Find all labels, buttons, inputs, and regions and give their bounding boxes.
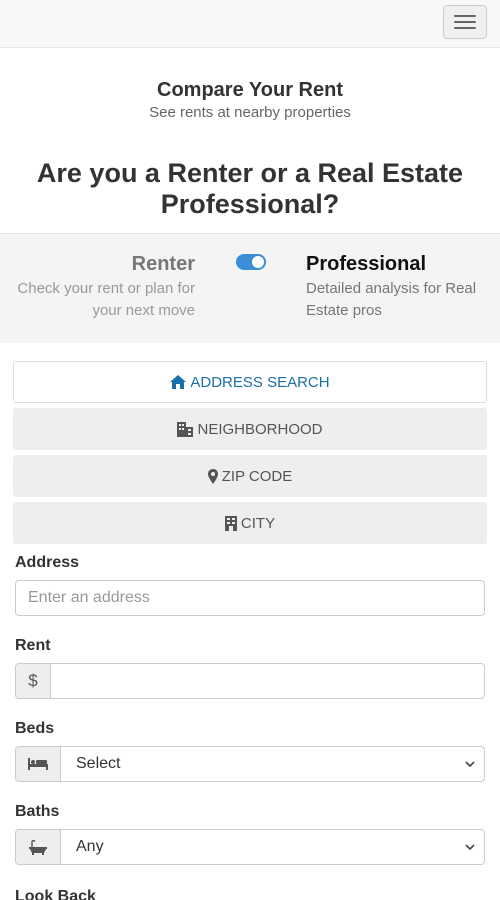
bathtub-icon	[16, 830, 61, 864]
baths-label: Baths	[15, 803, 60, 820]
rent-label: Rent	[15, 637, 51, 654]
tab-zip-code[interactable]: ZIP CODE	[13, 455, 487, 497]
rent-input-group: $	[15, 663, 485, 699]
buildings-icon	[177, 421, 194, 437]
professional-option[interactable]: Professional Detailed analysis for Real …	[306, 252, 486, 322]
building-icon	[224, 515, 237, 531]
baths-select-group: Any	[15, 829, 485, 865]
bed-icon	[16, 747, 61, 781]
tab-label: ZIP CODE	[221, 467, 293, 485]
tab-label: ADDRESS SEARCH	[190, 373, 330, 391]
tab-address-search[interactable]: ADDRESS SEARCH	[13, 361, 487, 403]
search-type-tabs: ADDRESS SEARCH NEIGHBORHOOD ZIP CODE CIT…	[0, 343, 500, 544]
role-question: Are you a Renter or a Real Estate Profes…	[36, 158, 464, 219]
page-title: Compare Your Rent	[157, 79, 343, 101]
renter-description: Check your rent or plan for your next mo…	[17, 280, 195, 319]
professional-description: Detailed analysis for Real Estate pros	[306, 280, 477, 319]
professional-label: Professional	[306, 253, 427, 275]
rent-input[interactable]	[51, 664, 484, 698]
chevron-down-icon	[456, 761, 484, 767]
address-input[interactable]: Enter an address	[15, 580, 485, 616]
hamburger-menu-icon[interactable]	[443, 5, 487, 39]
beds-label: Beds	[15, 720, 55, 737]
address-placeholder: Enter an address	[28, 589, 150, 606]
role-toggle-section: Renter Check your rent or plan for your …	[0, 233, 500, 343]
dollar-addon: $	[16, 664, 51, 698]
address-label: Address	[15, 554, 80, 571]
beds-select[interactable]: Select	[61, 755, 456, 773]
toggle-knob	[252, 256, 264, 268]
tab-label: NEIGHBORHOOD	[197, 420, 323, 438]
home-icon	[170, 375, 187, 389]
hero: Compare Your Rent See rents at nearby pr…	[0, 48, 500, 220]
navbar	[0, 0, 500, 48]
tab-city[interactable]: CITY	[13, 502, 487, 544]
page-subtitle: See rents at nearby properties	[149, 104, 351, 121]
lookback-label: Look Back	[15, 888, 96, 900]
chevron-down-icon	[456, 844, 484, 850]
tab-label: CITY	[240, 514, 276, 532]
beds-select-group: Select	[15, 746, 485, 782]
map-pin-icon	[207, 468, 218, 484]
search-form: Address Enter an address Rent $ Beds Sel…	[0, 553, 500, 900]
renter-option[interactable]: Renter Check your rent or plan for your …	[15, 252, 195, 322]
tab-neighborhood[interactable]: NEIGHBORHOOD	[13, 408, 487, 450]
role-toggle-switch[interactable]	[236, 254, 266, 270]
renter-label: Renter	[131, 253, 195, 275]
baths-select[interactable]: Any	[61, 838, 456, 856]
